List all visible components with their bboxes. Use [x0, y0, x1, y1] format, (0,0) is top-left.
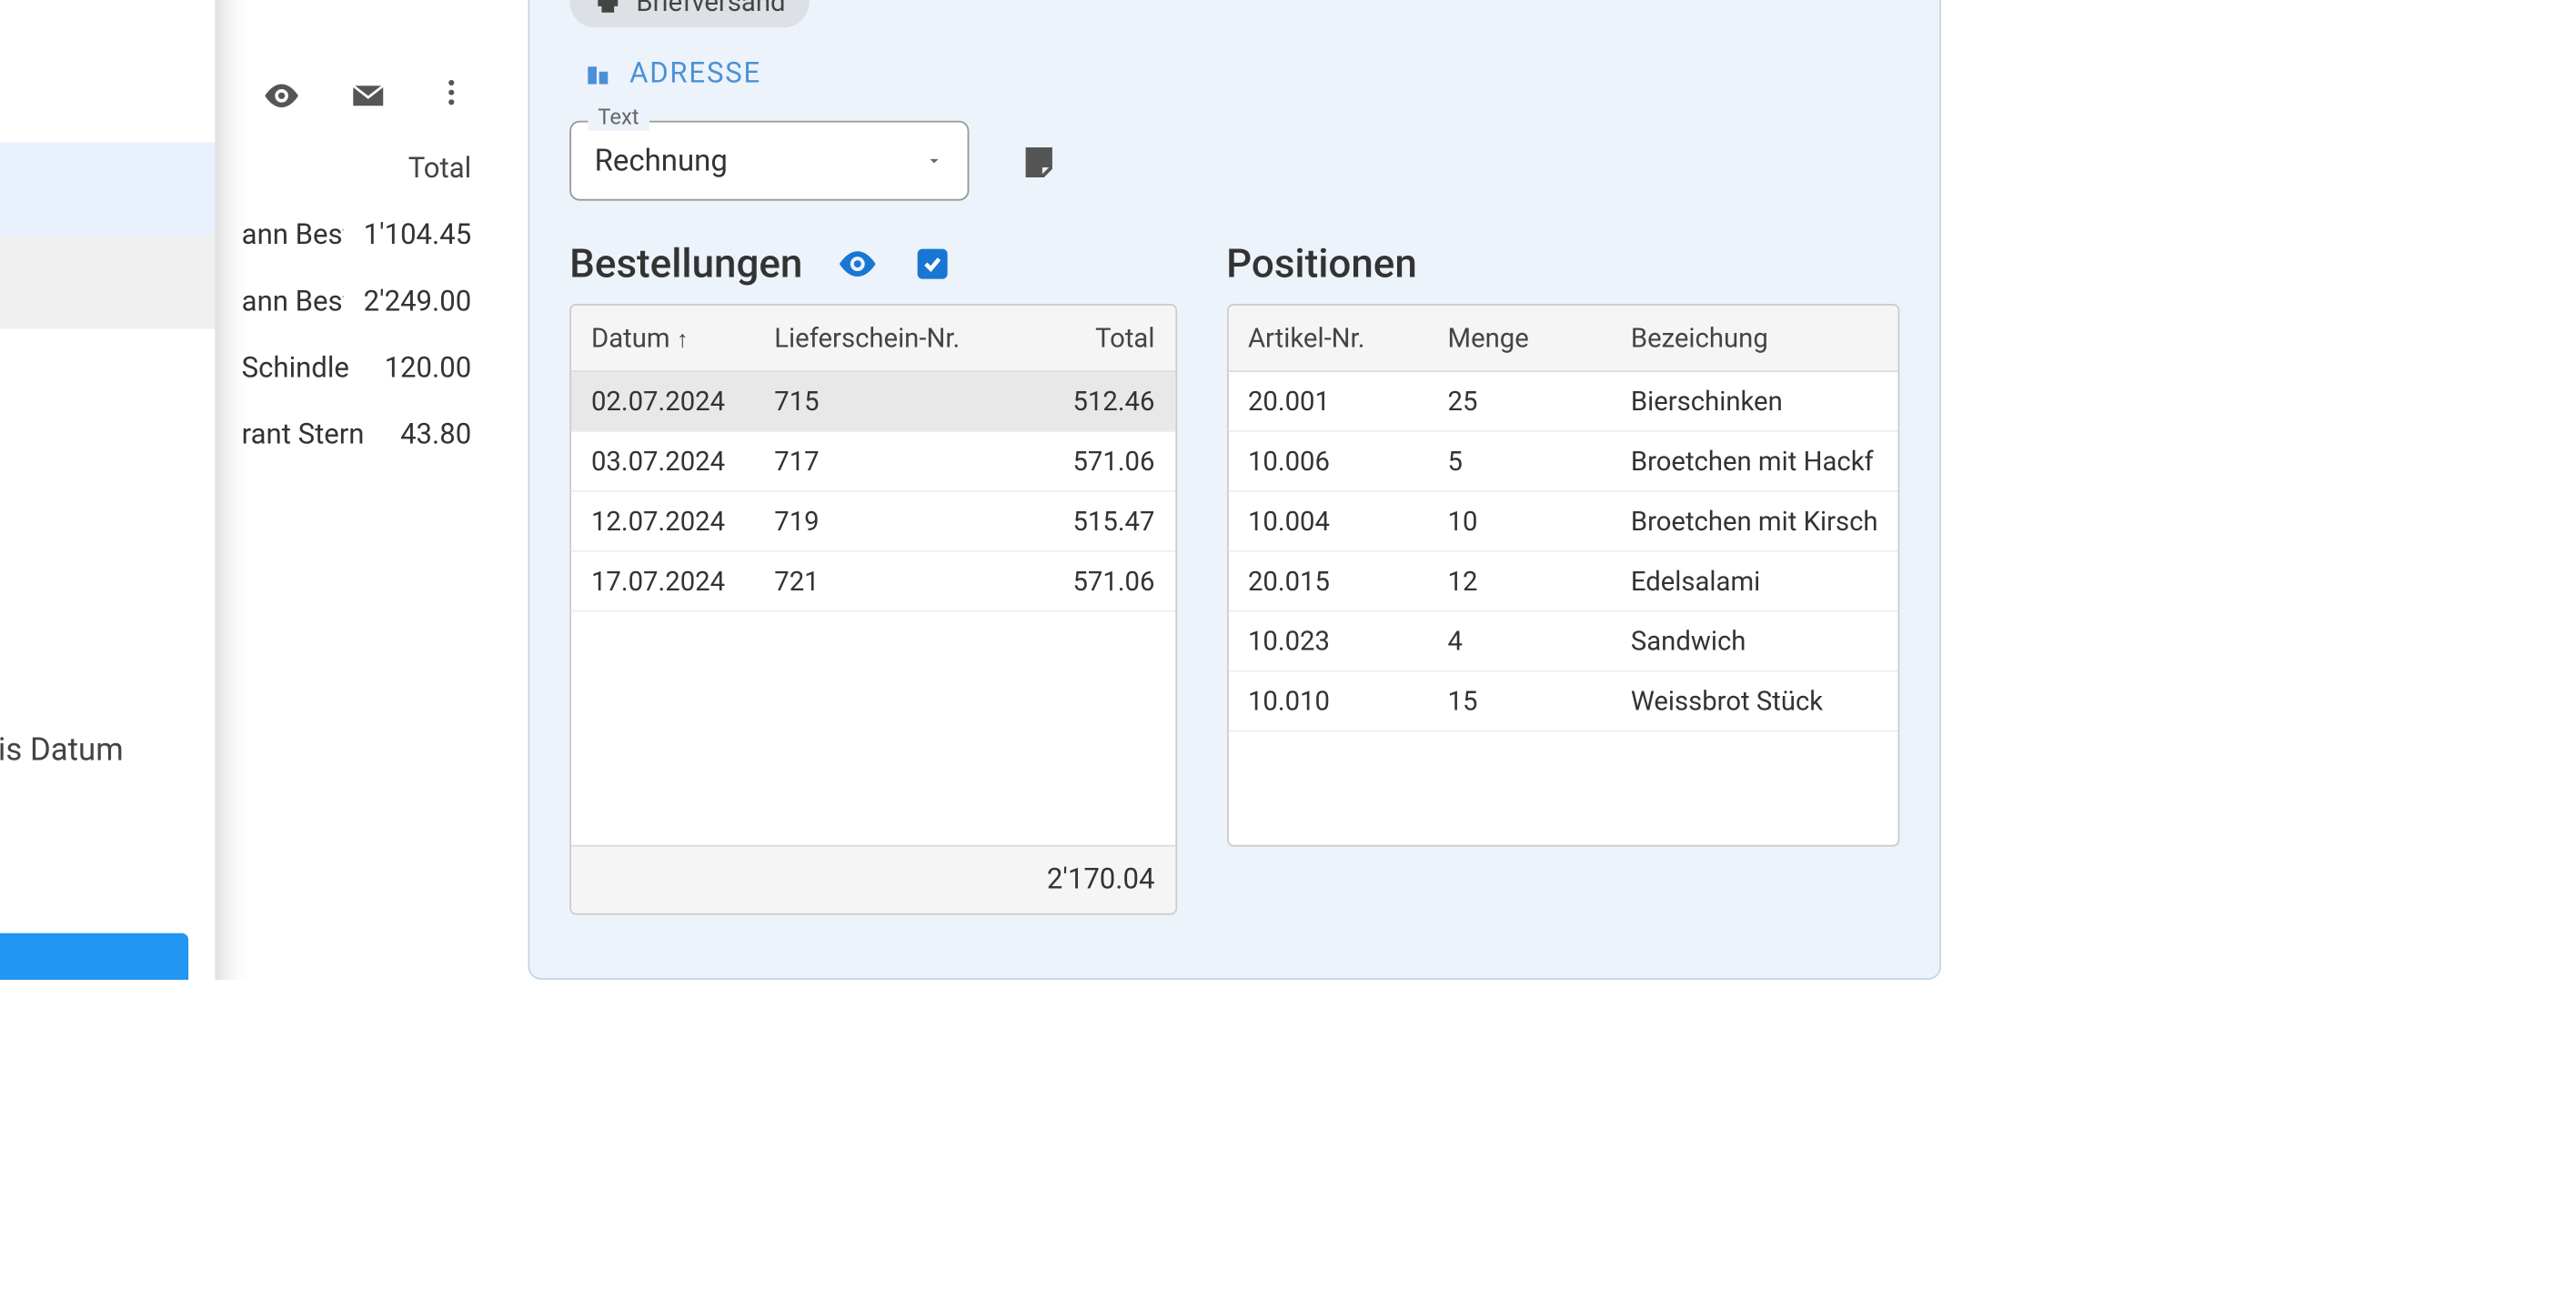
filter-dropdown: Aktueller MonatLetzter MonatDatumsbereic… [0, 0, 215, 980]
delivery-chip[interactable]: Briefversand [569, 0, 809, 27]
dropdown-item-people[interactable]: Kundengruppe [0, 422, 215, 515]
eye-icon[interactable] [836, 242, 880, 286]
sent-emails-radio[interactable]: Versendete Emails [0, 809, 215, 901]
position-row[interactable]: 20.01512Edelsalami [1228, 552, 1898, 612]
text-select-value: Rechnung [595, 143, 728, 177]
position-row[interactable]: 10.01015Weissbrot Stück [1228, 671, 1898, 731]
dropdown-item-label: Offene Rechnungen bis Datum [0, 730, 124, 768]
dropdown-item-calendar-arrow[interactable]: Letzter Monat [0, 49, 215, 142]
checkbox-checked-icon[interactable] [912, 244, 952, 284]
dropdown-item-calendar-check[interactable]: Aktueller Monat [0, 0, 215, 49]
dropdown-item-person-search[interactable]: Kunde [0, 328, 215, 421]
dropdown-item-range[interactable]: Rechnungen Bereich [0, 236, 215, 328]
orders-col-nr[interactable]: Lieferschein-Nr. [774, 322, 1004, 354]
print-icon [593, 0, 623, 16]
more-icon[interactable] [435, 76, 468, 116]
position-row[interactable]: 20.00125Bierschinken [1228, 372, 1898, 432]
orders-title: Bestellungen [569, 240, 802, 287]
pos-col-desc[interactable]: Bezeichung [1631, 322, 1878, 354]
mail-icon[interactable] [348, 76, 388, 116]
text-select-label: Text [588, 106, 649, 130]
note-icon[interactable] [1019, 141, 1059, 181]
address-link[interactable]: ADRESSE [583, 57, 761, 91]
orders-col-total[interactable]: Total [1005, 322, 1155, 354]
chevron-down-icon [924, 151, 944, 171]
dropdown-item-contact[interactable]: Kundenliste [0, 515, 215, 608]
position-row[interactable]: 10.00410Broetchen mit Kirsch [1228, 492, 1898, 552]
address-label: ADRESSE [629, 57, 761, 91]
preview-icon[interactable] [262, 76, 302, 116]
text-select[interactable]: Text Rechnung [569, 121, 969, 201]
chip-label: Briefversand [636, 0, 785, 17]
dropdown-item-person-circle[interactable]: Einmalkunden [0, 609, 215, 701]
pos-col-art[interactable]: Artikel-Nr. [1248, 322, 1448, 354]
orders-grid: Datum ↑ Lieferschein-Nr. Total 02.07.2024… [569, 304, 1176, 915]
building-icon [583, 59, 613, 89]
order-row[interactable]: 02.07.2024715512.46 [571, 372, 1174, 432]
order-row[interactable]: 12.07.2024719515.47 [571, 492, 1174, 552]
col-total: Total [408, 152, 471, 186]
pos-col-qty[interactable]: Menge [1448, 322, 1631, 354]
position-row[interactable]: 10.0065Broetchen mit Hackf [1228, 432, 1898, 492]
positions-grid: Artikel-Nr. Menge Bezeichung 20.00125Bie… [1226, 304, 1899, 847]
positions-title: Positionen [1226, 240, 1417, 287]
dropdown-item-calendar-open[interactable]: Offene Rechnungen bis Datum [0, 701, 215, 794]
orders-col-date[interactable]: Datum [591, 322, 670, 354]
order-row[interactable]: 17.07.2024721571.06 [571, 552, 1174, 612]
dropdown-item-calendar[interactable]: Datumsbereich [0, 143, 215, 236]
sort-asc-icon: ↑ [677, 328, 689, 354]
confirm-button[interactable]: BESTÄTIGEN [0, 933, 188, 980]
detail-panel: 003 Herr Mustermann Bestellung 9 Uhr i B… [528, 0, 1941, 980]
position-row[interactable]: 10.0234Sandwich [1228, 612, 1898, 672]
orders-total: 2'170.04 [1047, 863, 1155, 897]
order-row[interactable]: 03.07.2024717571.06 [571, 432, 1174, 492]
